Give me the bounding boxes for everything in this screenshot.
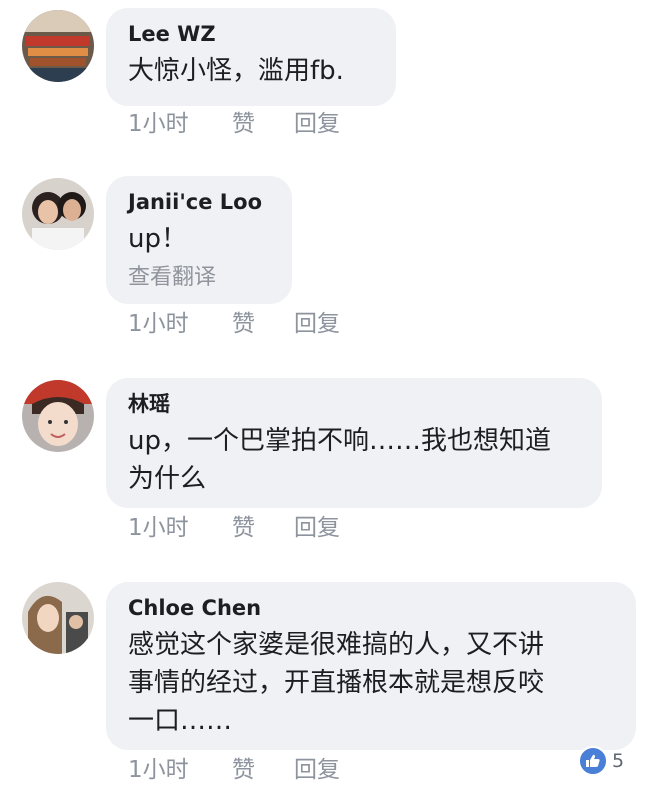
like-button[interactable]: 赞 xyxy=(232,754,255,786)
reply-button[interactable]: 回复 xyxy=(294,108,340,140)
avatar[interactable] xyxy=(22,380,94,452)
comment-bubble: 林瑶 up，一个巴掌拍不响……我也想知道 为什么 xyxy=(106,378,602,508)
comment-bubble: Chloe Chen 感觉这个家婆是很难搞的人，又不讲 事情的经过，开直播根本就… xyxy=(106,582,636,750)
reply-button[interactable]: 回复 xyxy=(294,308,340,340)
comment-text: 感觉这个家婆是很难搞的人，又不讲 事情的经过，开直播根本就是想反咬 一口…… xyxy=(128,626,614,740)
comment-text: 大惊小怪，滥用fb. xyxy=(128,56,344,86)
thumbs-up-icon xyxy=(578,746,608,776)
reaction-count[interactable]: 5 xyxy=(578,746,624,776)
comment-text: up，一个巴掌拍不响……我也想知道 为什么 xyxy=(128,422,580,498)
like-button[interactable]: 赞 xyxy=(232,108,255,140)
comment-text: up！ xyxy=(128,224,187,254)
timestamp[interactable]: 1小时 xyxy=(128,108,189,140)
reply-button[interactable]: 回复 xyxy=(294,512,340,544)
commenter-name[interactable]: Janii'ce Loo xyxy=(128,188,270,216)
commenter-name[interactable]: Chloe Chen xyxy=(128,594,614,622)
comment-bubble: Lee WZ 大惊小怪，滥用fb. xyxy=(106,8,396,106)
like-button[interactable]: 赞 xyxy=(232,512,255,544)
comment-bubble: Janii'ce Loo up！ 查看翻译 xyxy=(106,176,292,304)
like-button[interactable]: 赞 xyxy=(232,308,255,340)
comment-text-line: 感觉这个家婆是很难搞的人，又不讲 xyxy=(128,630,545,660)
comment-text-line: 事情的经过，开直播根本就是想反咬 xyxy=(128,668,545,698)
comment-text-line: 为什么 xyxy=(128,464,207,494)
avatar[interactable] xyxy=(22,178,94,250)
timestamp[interactable]: 1小时 xyxy=(128,512,189,544)
reply-button[interactable]: 回复 xyxy=(294,754,340,786)
see-translation-link[interactable]: 查看翻译 xyxy=(128,262,270,294)
timestamp[interactable]: 1小时 xyxy=(128,754,189,786)
commenter-name[interactable]: Lee WZ xyxy=(128,20,374,48)
avatar[interactable] xyxy=(22,582,94,654)
timestamp[interactable]: 1小时 xyxy=(128,308,189,340)
comment-text-line: up，一个巴掌拍不响……我也想知道 xyxy=(128,426,551,456)
commenter-name[interactable]: 林瑶 xyxy=(128,390,580,418)
comment-text-line: 一口…… xyxy=(128,706,233,736)
avatar[interactable] xyxy=(22,10,94,82)
reaction-number: 5 xyxy=(612,750,625,772)
